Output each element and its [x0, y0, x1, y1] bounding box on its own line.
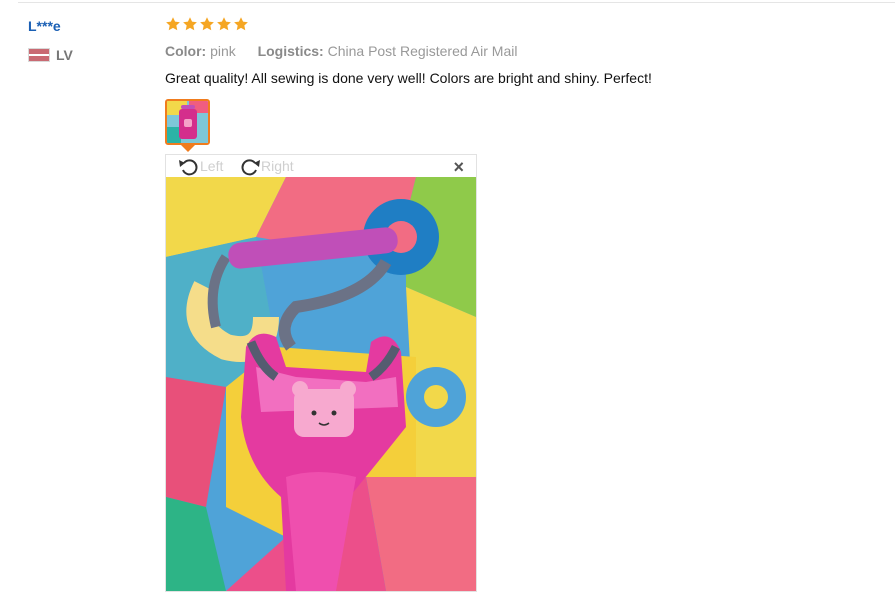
thumbnail-pointer — [181, 145, 195, 152]
rotate-left-icon — [179, 159, 198, 176]
color-label: Color: — [165, 43, 207, 59]
star-icon — [183, 17, 197, 31]
rotate-right-button[interactable]: Right — [237, 155, 294, 177]
reviewer-name[interactable]: L***e — [28, 18, 61, 34]
review-photo-thumbnail[interactable] — [165, 99, 210, 145]
review-text: Great quality! All sewing is done very w… — [165, 70, 652, 86]
country-code: LV — [56, 47, 73, 63]
photo-thumbnail-image — [167, 101, 208, 143]
star-icon — [200, 17, 214, 31]
close-icon[interactable]: × — [453, 157, 464, 177]
reviewer-country: LV — [28, 47, 73, 63]
star-rating — [165, 16, 249, 32]
rotate-left-label: Left — [200, 158, 224, 174]
logistics-label: Logistics: — [257, 43, 324, 59]
star-icon — [234, 17, 248, 31]
rotate-right-label: Right — [261, 158, 294, 174]
viewer-toolbar: Left Right × — [166, 155, 476, 177]
rotate-left-button[interactable]: Left — [176, 155, 223, 177]
review-photo — [166, 177, 476, 591]
color-value: pink — [210, 43, 236, 59]
order-info: Color: pink Logistics: China Post Regist… — [165, 43, 517, 59]
photo-viewer: Left Right × — [165, 154, 477, 592]
rotate-right-icon — [241, 159, 260, 176]
divider — [18, 2, 895, 3]
star-icon — [166, 17, 180, 31]
logistics-value: China Post Registered Air Mail — [327, 43, 518, 59]
latvia-flag-icon — [28, 48, 50, 62]
star-icon — [217, 17, 231, 31]
